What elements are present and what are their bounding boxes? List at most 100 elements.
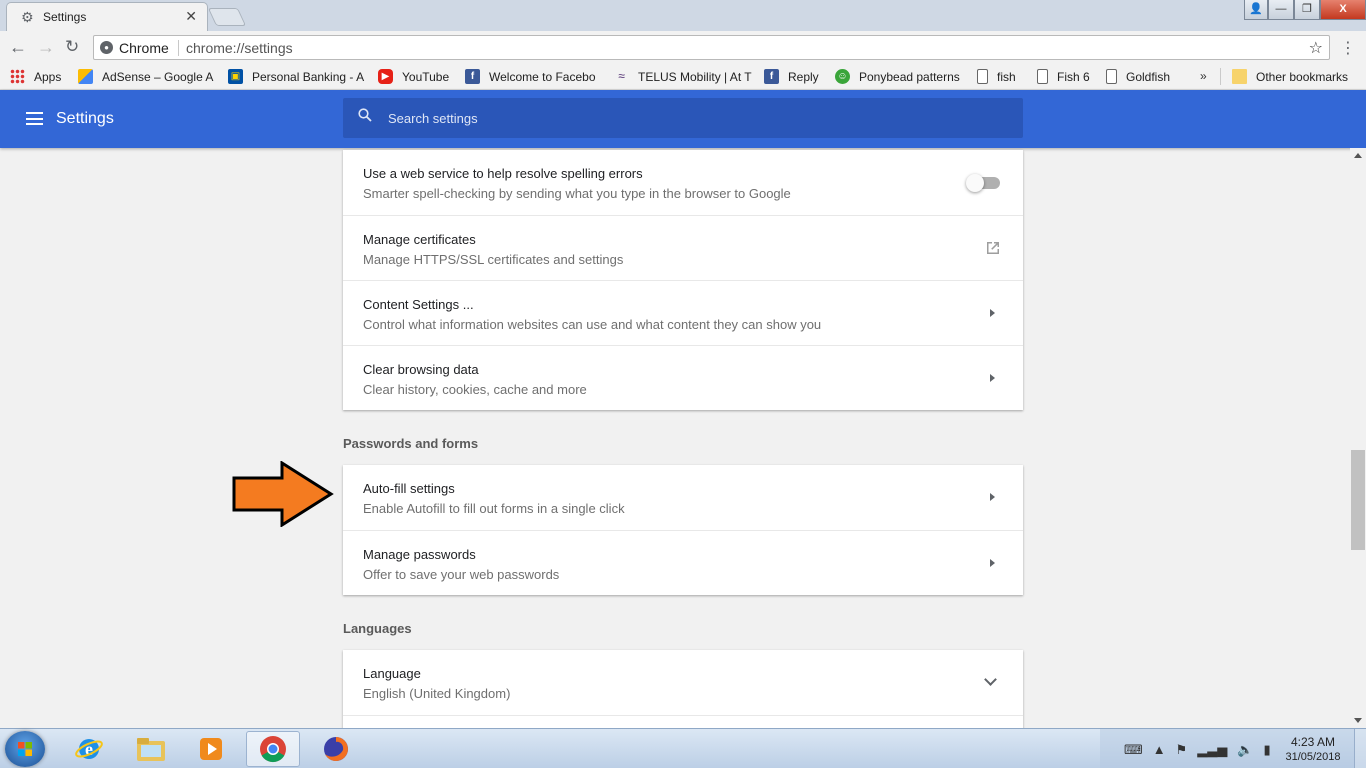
page-title: Settings: [56, 110, 114, 127]
window-controls: 👤 — ❐ X: [1244, 0, 1366, 20]
page-icon: [1106, 69, 1117, 84]
back-arrow-icon[interactable]: ←: [9, 37, 27, 58]
windows-taskbar: e ⌨ ▲ ⚑ ▂▃▅ 🔈 ▮ 4:23 AM 31/05/2018: [0, 728, 1366, 768]
tab-title: Settings: [43, 10, 87, 24]
autofill-settings-row[interactable]: Auto-fill settings Enable Autofill to fi…: [343, 465, 1023, 530]
tab-close-button[interactable]: ✕: [185, 8, 197, 25]
telus-icon: ≈: [618, 69, 625, 83]
chrome-icon: [260, 736, 286, 763]
row-subtitle: Control what information websites can us…: [363, 317, 822, 332]
forward-arrow-icon[interactable]: →: [37, 37, 55, 58]
bookmark-label: Other bookmarks: [1256, 69, 1349, 84]
volume-icon[interactable]: 🔈: [1237, 742, 1253, 758]
arrow-right-icon: [990, 493, 995, 501]
advanced-card: Use a web service to help resolve spelli…: [343, 150, 1023, 410]
bookmark-reply[interactable]: f Reply: [764, 68, 826, 85]
bookmark-fish-6[interactable]: Fish 6: [1037, 68, 1097, 85]
row-title: Manage certificates: [363, 232, 476, 247]
language-row[interactable]: Language English (United Kingdom): [343, 650, 1023, 715]
settings-content: Use a web service to help resolve spelli…: [0, 148, 1350, 728]
bookmark-other[interactable]: Other bookmarks: [1232, 68, 1356, 85]
address-bar[interactable]: ● Chrome chrome://settings ☆: [93, 35, 1330, 60]
clock-date[interactable]: 31/05/2018: [1283, 751, 1343, 763]
ponybead-icon: ☺: [835, 69, 850, 84]
start-button[interactable]: [5, 731, 45, 767]
bookmark-personal-banking[interactable]: ▣ Personal Banking - A: [228, 68, 366, 85]
chrome-icon: ●: [100, 41, 113, 54]
keyboard-icon[interactable]: ⌨: [1124, 742, 1143, 758]
network-signal-icon[interactable]: ▂▃▅: [1197, 742, 1227, 758]
manage-passwords-row[interactable]: Manage passwords Offer to save your web …: [343, 530, 1023, 595]
omnibox-chip: Chrome: [119, 40, 169, 56]
manage-certificates-row[interactable]: Manage certificates Manage HTTPS/SSL cer…: [343, 215, 1023, 280]
url-text[interactable]: chrome://settings: [186, 40, 293, 56]
bookmark-label: YouTube: [402, 69, 450, 84]
page-icon: [1037, 69, 1048, 84]
row-subtitle: Smarter spell-checking by sending what y…: [363, 186, 791, 201]
windows-logo-icon: [18, 742, 32, 756]
arrow-right-icon: [990, 559, 995, 567]
show-desktop-button[interactable]: [1354, 729, 1366, 768]
row-subtitle: Offer to save your web passwords: [363, 567, 560, 582]
bookmark-star-icon[interactable]: ☆: [1309, 38, 1323, 58]
tray-icons: ⌨ ▲ ⚑ ▂▃▅ 🔈 ▮: [1124, 742, 1271, 758]
toggle-knob: [966, 174, 984, 192]
chevron-down-icon[interactable]: [984, 673, 997, 686]
bookmark-telus[interactable]: ≈ TELUS Mobility | At T: [614, 68, 752, 85]
chrome-menu-icon[interactable]: ⋮: [1340, 38, 1356, 58]
bookmarks-separator: [1220, 68, 1221, 85]
arrow-right-icon: [990, 374, 995, 382]
content-settings-row[interactable]: Content Settings ... Control what inform…: [343, 280, 1023, 345]
clear-browsing-data-row[interactable]: Clear browsing data Clear history, cooki…: [343, 345, 1023, 410]
facebook-icon: f: [764, 69, 779, 84]
folder-icon: [1232, 69, 1247, 84]
external-link-icon[interactable]: [985, 240, 1001, 256]
profile-button[interactable]: 👤: [1244, 0, 1268, 20]
settings-header: Settings Search settings: [0, 90, 1366, 148]
tab-strip: ⚙ Settings ✕ 👤 — ❐ X: [0, 0, 1366, 31]
hamburger-menu-icon[interactable]: [26, 112, 43, 125]
taskbar-media-player[interactable]: [184, 731, 238, 767]
search-settings-field[interactable]: Search settings: [343, 98, 1023, 138]
taskbar-firefox[interactable]: [309, 731, 363, 767]
scroll-up-arrow-icon[interactable]: [1354, 153, 1362, 158]
bookmark-youtube[interactable]: ▶ YouTube: [378, 68, 458, 85]
row-subtitle: Clear history, cookies, cache and more: [363, 382, 587, 397]
bookmark-adsense[interactable]: AdSense – Google A: [78, 68, 214, 85]
bookmark-label: AdSense – Google A: [102, 69, 214, 84]
bookmark-label: Ponybead patterns: [859, 69, 960, 84]
bookmark-facebook[interactable]: f Welcome to Facebo: [465, 68, 603, 85]
row-subtitle: Manage HTTPS/SSL certificates and settin…: [363, 252, 624, 267]
scroll-down-arrow-icon[interactable]: [1354, 718, 1362, 723]
bookmark-ponybead[interactable]: ☺ Ponybead patterns: [835, 68, 969, 85]
taskbar-file-explorer[interactable]: [124, 731, 178, 767]
row-title: Clear browsing data: [363, 362, 479, 377]
action-center-flag-icon[interactable]: ⚑: [1176, 742, 1188, 758]
taskbar-internet-explorer[interactable]: e: [62, 731, 116, 767]
bookmark-fish[interactable]: fish: [977, 68, 1027, 85]
page-icon: [977, 69, 988, 84]
search-icon: [358, 108, 372, 122]
show-hidden-icons-icon[interactable]: ▲: [1153, 742, 1166, 758]
spelling-service-row[interactable]: Use a web service to help resolve spelli…: [343, 150, 1023, 215]
bookmark-label: fish: [997, 69, 1016, 84]
new-tab-button[interactable]: [207, 8, 247, 26]
reload-icon[interactable]: ↻: [65, 37, 79, 57]
next-row-partial[interactable]: [343, 715, 1023, 728]
maximize-button[interactable]: ❐: [1294, 0, 1320, 20]
battery-icon[interactable]: ▮: [1263, 742, 1270, 758]
scrollbar-thumb[interactable]: [1351, 450, 1365, 550]
minimize-button[interactable]: —: [1268, 0, 1294, 20]
page-scrollbar[interactable]: [1350, 148, 1366, 728]
taskbar-chrome[interactable]: [246, 731, 300, 767]
clock-time[interactable]: 4:23 AM: [1283, 735, 1343, 749]
bookmark-label: Fish 6: [1057, 69, 1090, 84]
tab-settings[interactable]: ⚙ Settings ✕: [6, 2, 208, 31]
row-title: Language: [363, 666, 421, 681]
more-bookmarks-chevron-icon[interactable]: »: [1200, 69, 1207, 83]
close-window-button[interactable]: X: [1320, 0, 1366, 20]
bookmark-apps[interactable]: Apps: [10, 68, 70, 85]
apps-grid-icon: [10, 69, 25, 84]
bookmark-goldfish[interactable]: Goldfish: [1106, 68, 1186, 85]
spelling-service-toggle[interactable]: [966, 174, 1000, 192]
